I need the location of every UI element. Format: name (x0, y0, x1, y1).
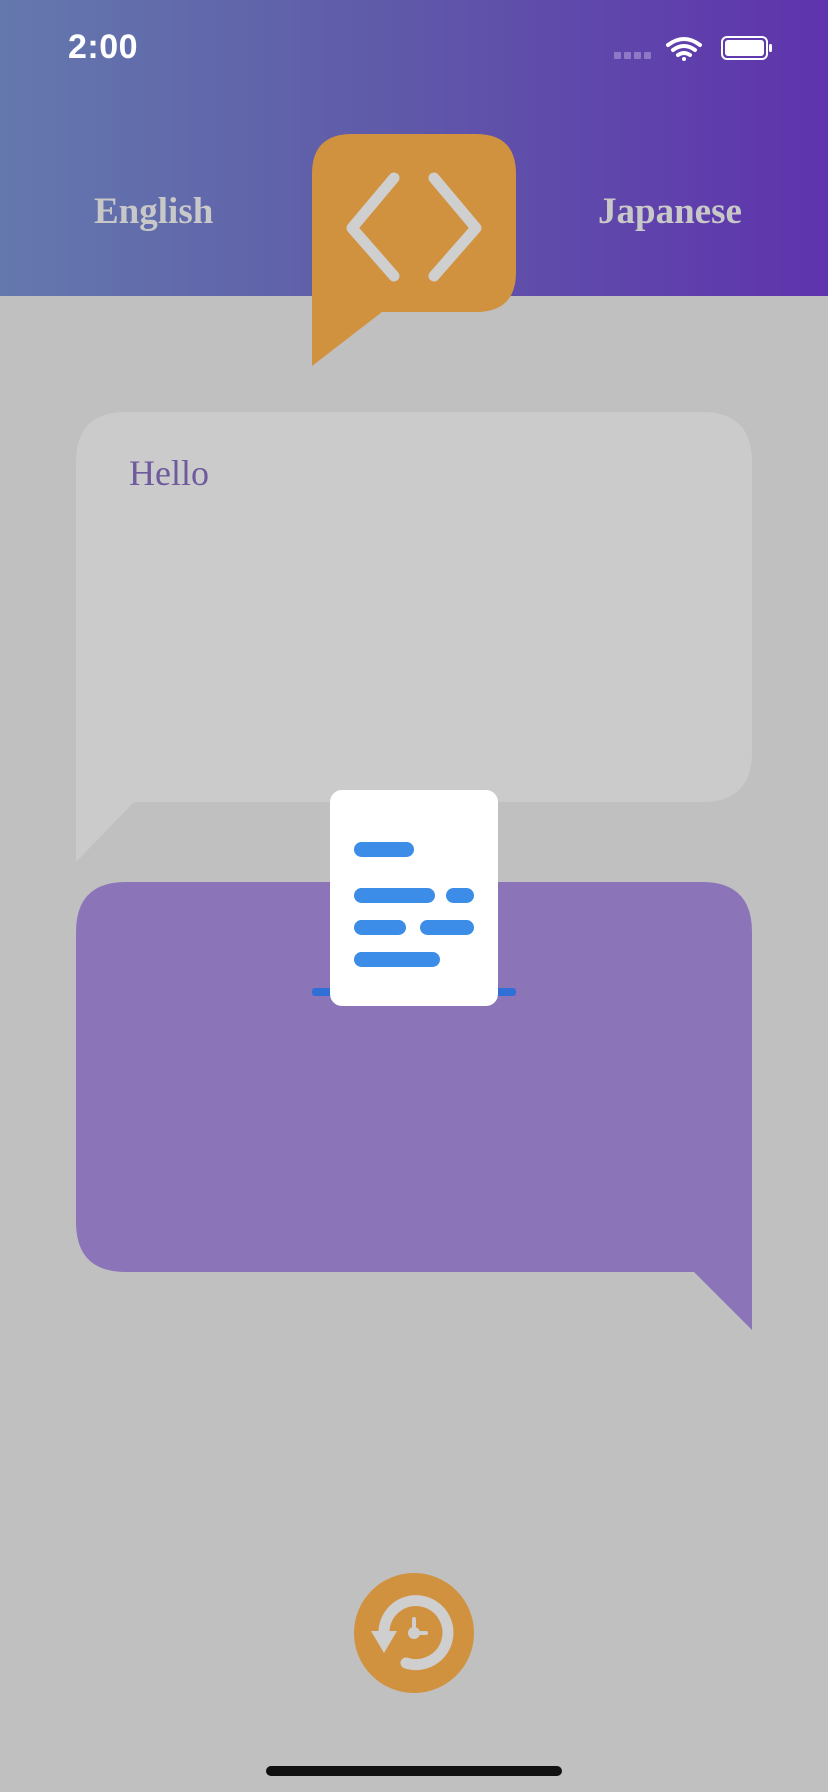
source-text[interactable]: Hello (129, 452, 209, 494)
swap-bubble-shape (312, 134, 516, 366)
status-time: 2:00 (68, 28, 139, 66)
wifi-icon (666, 37, 702, 61)
battery-icon (721, 36, 772, 60)
home-indicator[interactable] (266, 1766, 562, 1776)
document-icon[interactable] (312, 790, 516, 1020)
swap-languages-button[interactable] (312, 134, 516, 366)
source-language-label[interactable]: English (94, 190, 213, 233)
signal-dots-icon (614, 52, 651, 59)
reset-button[interactable] (354, 1573, 474, 1693)
target-language-label[interactable]: Japanese (598, 190, 742, 233)
status-icons (614, 36, 772, 61)
